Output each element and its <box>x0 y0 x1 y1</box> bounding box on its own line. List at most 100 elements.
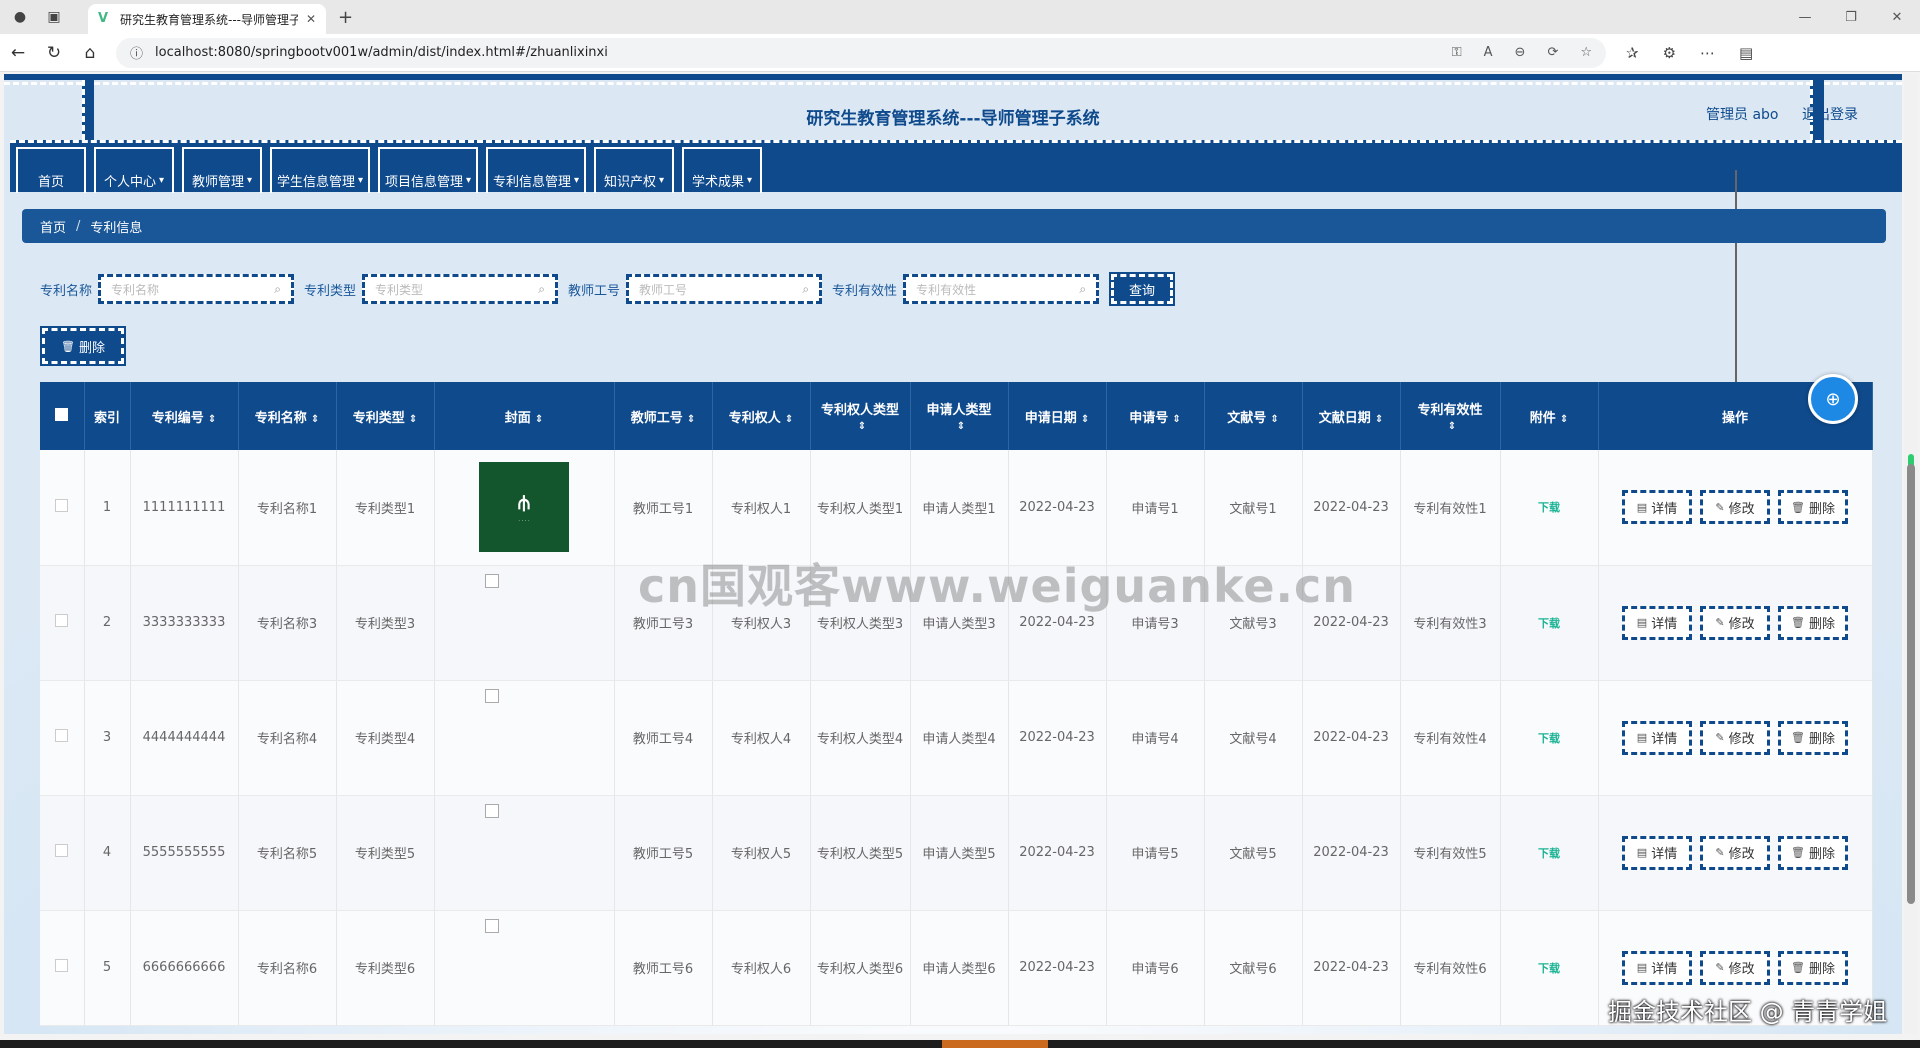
logout-link[interactable]: 退出登录 <box>1802 104 1858 124</box>
col-header[interactable]: 文献日期 ⇕ <box>1302 382 1401 450</box>
download-link[interactable]: 下载 <box>1538 732 1560 745</box>
home-icon[interactable]: ⌂ <box>72 43 108 63</box>
row-checkbox-cell[interactable] <box>40 680 85 796</box>
edit-button[interactable]: ✎ 修改 <box>1700 490 1770 525</box>
download-link[interactable]: 下载 <box>1538 847 1560 860</box>
restore-icon[interactable]: ❐ <box>1828 10 1874 25</box>
edit-label: 修改 <box>1728 962 1755 977</box>
more-menu-icon[interactable]: ⋯ <box>1700 44 1715 62</box>
menu-personal-center[interactable]: 个人中心 ▾ <box>94 147 174 193</box>
delete-button[interactable]: 🗑 删除 <box>1778 835 1848 870</box>
detail-button[interactable]: ▤ 详情 <box>1622 720 1692 755</box>
edit-button[interactable]: ✎ 修改 <box>1700 835 1770 870</box>
scrollbar-thumb[interactable] <box>1907 464 1915 904</box>
detail-label: 详情 <box>1651 501 1678 517</box>
download-link[interactable]: 下载 <box>1538 501 1560 514</box>
menu-teacher-management[interactable]: 教师管理 ▾ <box>182 147 262 193</box>
tab-actions-icon[interactable]: ▣ <box>40 3 68 31</box>
row-checkbox-cell[interactable] <box>40 910 85 1026</box>
site-info-icon[interactable]: ⓘ <box>130 43 143 62</box>
cell-holder-type: 专利权人类型5 <box>810 795 911 911</box>
col-header[interactable]: 申请日期 ⇕ <box>1008 382 1107 450</box>
row-checkbox[interactable] <box>55 729 69 742</box>
menu-academic-results[interactable]: 学术成果 ▾ <box>682 147 762 193</box>
col-header[interactable]: 专利权人 ⇕ <box>712 382 811 450</box>
new-tab-icon[interactable]: + <box>338 7 353 28</box>
pencil-icon: ✎ <box>1715 500 1725 514</box>
breadcrumb-home[interactable]: 首页 <box>40 217 66 236</box>
page-scrollbar[interactable] <box>1904 74 1918 1034</box>
row-checkbox[interactable] <box>55 959 69 972</box>
delete-button[interactable]: 🗑 删除 <box>1778 720 1848 755</box>
zoom-icon[interactable]: ⊖ <box>1515 45 1526 60</box>
delete-button[interactable]: 🗑 删除 <box>1778 605 1848 640</box>
reload-icon[interactable]: ↻ <box>36 43 72 63</box>
read-aloud-icon[interactable]: A <box>1484 45 1493 60</box>
teacher-id-input[interactable]: 教师工号 ⌕ <box>626 274 823 304</box>
col-header[interactable]: 封面 ⇕ <box>434 382 615 450</box>
browser-tab[interactable]: V 研究生教育管理系统---导师管理子 ✕ <box>88 4 326 34</box>
col-header[interactable]: 专利权人类型 ⇕ <box>810 382 911 450</box>
back-icon[interactable]: ← <box>0 43 36 63</box>
col-header[interactable]: 申请人类型 ⇕ <box>910 382 1009 450</box>
row-checkbox[interactable] <box>55 498 69 512</box>
cover-cell <box>434 795 615 911</box>
download-link[interactable]: 下载 <box>1538 617 1560 630</box>
sync-icon[interactable]: ⟳ <box>1547 45 1558 60</box>
delete-button[interactable]: 🗑 删除 <box>1778 950 1848 985</box>
detail-button[interactable]: ▤ 详情 <box>1622 605 1692 640</box>
profile-icon[interactable]: ● <box>6 3 34 31</box>
menu-home[interactable]: 首页 <box>16 147 86 193</box>
row-checkbox[interactable] <box>55 614 69 627</box>
tab-close-icon[interactable]: ✕ <box>306 12 316 26</box>
edit-button[interactable]: ✎ 修改 <box>1700 950 1770 985</box>
col-header[interactable]: 申请号 ⇕ <box>1106 382 1205 450</box>
edit-button[interactable]: ✎ 修改 <box>1700 605 1770 640</box>
detail-button[interactable]: ▤ 详情 <box>1622 950 1692 985</box>
table-row: 3 4444444444 专利名称4 专利类型4 教师工号4 专利权人4 专利权人类型4 申请… <box>40 680 1873 796</box>
row-checkbox-cell[interactable] <box>40 450 85 566</box>
detail-button[interactable]: ▤ 详情 <box>1622 835 1692 870</box>
row-checkbox-cell[interactable] <box>40 565 85 681</box>
col-header[interactable]: 专利类型 ⇕ <box>336 382 435 450</box>
delete-button[interactable]: 🗑 删除 <box>1778 490 1848 525</box>
detail-button[interactable]: ▤ 详情 <box>1622 490 1692 525</box>
col-header[interactable]: 文献号 ⇕ <box>1204 382 1303 450</box>
row-checkbox[interactable] <box>55 844 69 857</box>
cell-applicant-type: 申请人类型4 <box>910 680 1009 796</box>
favorites-icon[interactable]: ✰ <box>1626 44 1639 62</box>
extension-icon[interactable]: ⚙ <box>1663 44 1676 62</box>
cell-doc-no: 文献号4 <box>1204 680 1303 796</box>
close-window-icon[interactable]: ✕ <box>1874 10 1920 25</box>
menu-student-info[interactable]: 学生信息管理 ▾ <box>270 147 370 193</box>
col-header[interactable]: 专利名称 ⇕ <box>238 382 337 450</box>
taskbar-active-item[interactable] <box>942 1040 1048 1048</box>
address-bar[interactable]: ⓘ localhost:8080/springbootv001w/admin/d… <box>116 37 1606 68</box>
floating-action-button[interactable]: ⊕ <box>1808 374 1858 424</box>
select-all-checkbox[interactable] <box>40 382 85 450</box>
menu-patent-info[interactable]: 专利信息管理 ▾ <box>486 147 586 193</box>
cell-applicant-type: 申请人类型5 <box>910 795 1009 911</box>
favorite-star-icon[interactable]: ☆ <box>1580 45 1592 60</box>
cover-image[interactable]: ⫛ · · · · <box>479 462 569 553</box>
query-button[interactable]: 查询 <box>1109 272 1176 306</box>
edit-button[interactable]: ✎ 修改 <box>1700 720 1770 755</box>
patent-type-input[interactable]: 专利类型 ⌕ <box>362 274 559 304</box>
menu-intellectual-property[interactable]: 知识产权 ▾ <box>594 147 674 193</box>
patent-name-input[interactable]: 专利名称 ⌕ <box>98 274 295 304</box>
actions-cell: ▤ 详情 ✎ 修改 🗑 删除 <box>1598 795 1873 911</box>
col-header[interactable]: 专利编号 ⇕ <box>130 382 239 450</box>
batch-delete-button[interactable]: 🗑 删除 <box>40 326 126 366</box>
table-header-row: 索引 专利编号 ⇕ 专利名称 ⇕ 专利类型 ⇕ 封面 ⇕ 教师工号 ⇕ 专利权人 ⇕ 专利权… <box>40 382 1873 450</box>
col-header[interactable]: 专利有效性 ⇕ <box>1400 382 1501 450</box>
validity-input[interactable]: 专利有效性 ⌕ <box>903 274 1100 304</box>
cell-name: 专利名称1 <box>238 450 337 566</box>
row-checkbox-cell[interactable] <box>40 795 85 911</box>
menu-project-info[interactable]: 项目信息管理 ▾ <box>378 147 478 193</box>
minimize-icon[interactable]: — <box>1782 10 1828 25</box>
key-icon[interactable]: ⚿ <box>1452 45 1462 60</box>
col-header[interactable]: 教师工号 ⇕ <box>614 382 713 450</box>
col-header[interactable]: 附件 ⇕ <box>1500 382 1599 450</box>
sidebar-icon[interactable]: ▤ <box>1739 44 1753 62</box>
download-link[interactable]: 下载 <box>1538 962 1560 975</box>
